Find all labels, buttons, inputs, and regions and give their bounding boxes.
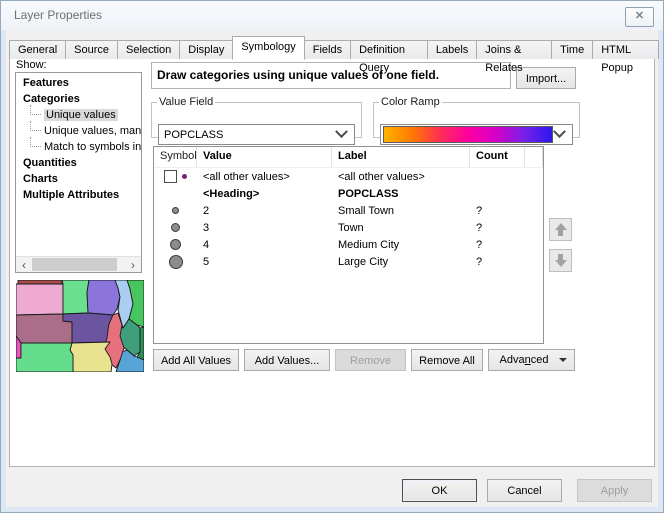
- tree-item-features[interactable]: Features: [16, 75, 141, 91]
- move-up-button[interactable]: [549, 218, 572, 241]
- map-state: [16, 284, 63, 315]
- color-ramp-group: Color Ramp: [373, 96, 580, 138]
- scroll-left-icon[interactable]: ‹: [16, 258, 32, 272]
- tree-item-charts[interactable]: Charts: [16, 171, 141, 187]
- map-state: [18, 280, 62, 284]
- chevron-down-icon: [553, 125, 566, 138]
- unique-values-table: Symbol Value Label Count <all other valu…: [153, 146, 544, 344]
- value-field-dropdown[interactable]: POPCLASS: [158, 124, 355, 145]
- add-values-button[interactable]: Add Values...: [244, 349, 330, 371]
- tab-joins-relates[interactable]: Joins & Relates: [476, 40, 552, 59]
- import-button[interactable]: Import...: [516, 67, 576, 89]
- tab-time[interactable]: Time: [551, 40, 593, 59]
- column-header-value[interactable]: Value: [197, 147, 332, 167]
- table-row-value-5[interactable]: 5 Large City ?: [154, 253, 543, 270]
- scroll-right-icon[interactable]: ›: [125, 258, 141, 272]
- titlebar[interactable]: Layer Properties ✕: [1, 1, 663, 30]
- arrow-up-icon: [555, 223, 567, 230]
- table-row-heading[interactable]: <Heading> POPCLASS: [154, 185, 543, 202]
- point-symbol-icon[interactable]: [172, 207, 179, 214]
- tab-source[interactable]: Source: [65, 40, 118, 59]
- tree-item-quantities[interactable]: Quantities: [16, 155, 141, 171]
- tab-labels[interactable]: Labels: [427, 40, 477, 59]
- dialog-client-area: General Source Selection Display Symbolo…: [6, 30, 658, 507]
- remove-button: Remove: [335, 349, 406, 371]
- tab-bar: General Source Selection Display Symbolo…: [9, 38, 658, 59]
- remove-all-button[interactable]: Remove All: [411, 349, 483, 371]
- tree-item-match-symbols[interactable]: Match to symbols in a: [16, 139, 141, 155]
- table-row-value-2[interactable]: 2 Small Town ?: [154, 202, 543, 219]
- table-header: Symbol Value Label Count: [154, 147, 543, 168]
- tab-definition-query[interactable]: Definition Query: [350, 40, 428, 59]
- symbology-page: Show: Features Categories Unique values …: [9, 58, 655, 467]
- column-header-label[interactable]: Label: [332, 147, 470, 167]
- point-symbol-icon[interactable]: [169, 255, 183, 269]
- all-other-values-checkbox[interactable]: [164, 170, 177, 183]
- point-symbol-icon[interactable]: [170, 239, 181, 250]
- map-state: [70, 342, 112, 372]
- color-ramp-swatch: [383, 126, 553, 143]
- tab-symbology[interactable]: Symbology: [232, 36, 304, 60]
- close-icon[interactable]: ✕: [625, 7, 654, 27]
- table-row-value-4[interactable]: 4 Medium City ?: [154, 236, 543, 253]
- apply-button: Apply: [577, 479, 652, 502]
- column-header-count[interactable]: Count: [470, 147, 525, 167]
- color-ramp-legend: Color Ramp: [379, 96, 442, 108]
- table-row-all-other-values[interactable]: <all other values> <all other values>: [154, 168, 543, 185]
- tab-fields[interactable]: Fields: [304, 40, 351, 59]
- column-header-symbol[interactable]: Symbol: [154, 147, 197, 167]
- point-symbol-icon[interactable]: [171, 223, 180, 232]
- renderer-tree: Features Categories Unique values Unique…: [15, 72, 142, 273]
- tree-item-multiple-attributes[interactable]: Multiple Attributes: [16, 187, 141, 203]
- window-title: Layer Properties: [14, 1, 102, 30]
- map-state: [16, 343, 73, 372]
- value-field-selected: POPCLASS: [159, 129, 337, 141]
- color-ramp-dropdown[interactable]: [380, 124, 573, 145]
- tab-display[interactable]: Display: [179, 40, 233, 59]
- point-symbol-icon[interactable]: [182, 174, 187, 179]
- map-state: [87, 280, 120, 315]
- value-field-legend: Value Field: [157, 96, 215, 108]
- table-row-value-3[interactable]: 3 Town ?: [154, 219, 543, 236]
- map-state: [62, 280, 89, 314]
- ok-button[interactable]: OK: [402, 479, 477, 502]
- chevron-down-icon: [335, 125, 348, 138]
- tree-horizontal-scrollbar[interactable]: ‹ ›: [16, 256, 141, 272]
- show-label: Show:: [16, 59, 47, 71]
- cancel-button[interactable]: Cancel: [487, 479, 562, 502]
- renderer-description: Draw categories using unique values of o…: [151, 62, 511, 89]
- tab-selection[interactable]: Selection: [117, 40, 180, 59]
- tab-html-popup[interactable]: HTML Popup: [592, 40, 659, 59]
- map-preview-thumbnail: [16, 280, 144, 372]
- layer-properties-dialog: Layer Properties ✕ General Source Select…: [0, 0, 664, 513]
- dropdown-caret-icon: [559, 358, 567, 362]
- add-all-values-button[interactable]: Add All Values: [153, 349, 239, 371]
- scrollbar-thumb[interactable]: [32, 258, 117, 271]
- tab-general[interactable]: General: [9, 40, 66, 59]
- value-field-group: Value Field POPCLASS: [151, 96, 362, 138]
- move-down-button[interactable]: [549, 249, 572, 272]
- advanced-button[interactable]: Advanced: [488, 349, 575, 371]
- arrow-down-icon: [555, 260, 567, 267]
